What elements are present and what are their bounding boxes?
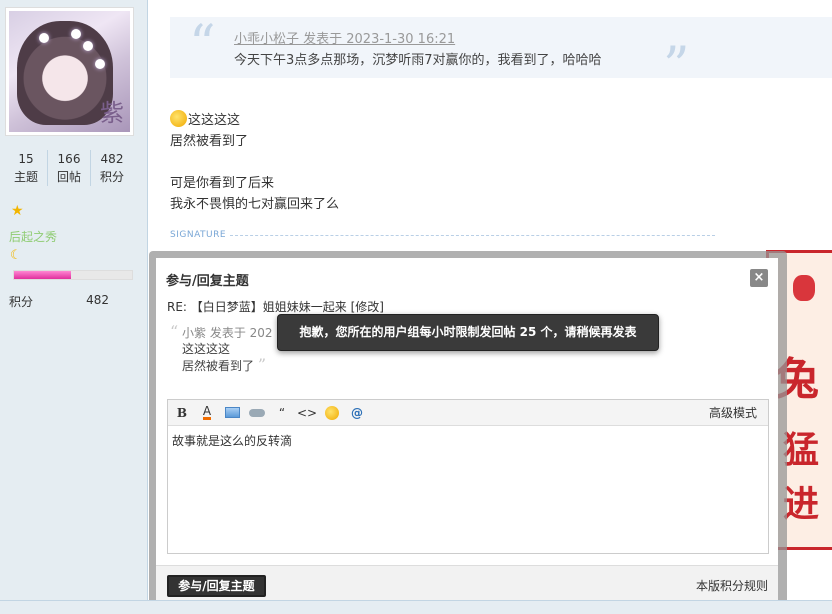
image-button[interactable] (222, 404, 242, 422)
star-icon: ★ (11, 203, 24, 219)
reply-quote-author: 小紫 发表于 202 (182, 326, 273, 340)
reply-modal: 参与/回复主题 × RE: 【白日梦蓝】姐姐妹妹一起来 [修改] “ 小紫 发表… (156, 258, 778, 606)
bottom-bar (0, 600, 832, 614)
quote-close-icon: ” (257, 355, 267, 374)
score-value: 482 (86, 293, 109, 307)
link-button[interactable] (247, 404, 267, 422)
post-line: 我永不畏惧的七对赢回来了么 (170, 197, 340, 212)
post-quote: “ 小乖小松子 发表于 2023-1-30 16:21 今天下午3点多点那场，沉… (170, 15, 832, 97)
quote-author-link[interactable]: 小乖小松子 发表于 2023-1-30 16:21 (234, 28, 455, 47)
stat-threads-label: 主题 (13, 170, 38, 184)
post-body: 这这这这 居然被看到了 可是你看到了后来 我永不畏惧的七对赢回来了么 (170, 110, 339, 215)
rank-progress-bar (13, 270, 133, 280)
score-label: 积分 (9, 295, 34, 309)
grin-emoji-icon (170, 110, 187, 127)
stat-replies-label: 回帖 (56, 170, 81, 184)
mention-button[interactable]: @ (347, 404, 367, 422)
stat-points[interactable]: 482 积分 (90, 150, 133, 186)
stat-points-value: 482 (100, 152, 124, 166)
close-button[interactable]: × (750, 269, 768, 287)
smile-icon (325, 405, 339, 420)
post-line: 居然被看到了 (170, 134, 249, 149)
modal-title: 参与/回复主题 (166, 274, 249, 289)
avatar[interactable]: 紫 (5, 7, 134, 136)
avatar-image: 紫 (9, 11, 130, 132)
reply-quote: “ 小紫 发表于 202 这这这这 居然被看到了 ” (170, 324, 273, 374)
code-button[interactable]: <> (297, 404, 317, 422)
rank-progress-fill (14, 271, 71, 279)
error-toast: 抱歉，您所在的用户组每小时限制发回帖 25 个，请稍候再发表 (277, 314, 659, 351)
reply-textarea[interactable]: 故事就是这么的反转滴 (168, 426, 768, 455)
signature-divider: SIGNATURE (170, 229, 715, 241)
font-color-button[interactable]: A (197, 404, 217, 422)
stat-threads-value: 15 (18, 152, 34, 166)
bold-button[interactable]: B (172, 404, 192, 422)
quote-open-icon: “ (189, 15, 216, 75)
quote-open-icon: “ (170, 322, 179, 341)
advanced-mode-link[interactable]: 高级模式 (709, 404, 757, 421)
reply-quote-line: 居然被看到了 ” (182, 355, 267, 374)
moon-icon: ☾ (10, 248, 22, 263)
image-icon (224, 407, 240, 418)
avatar-text: 紫 (100, 99, 124, 127)
rank-name[interactable]: 后起之秀 (9, 228, 57, 245)
post-line: 这这这这 (170, 110, 339, 131)
user-stats: 15 主题 166 回帖 482 积分 (5, 150, 133, 186)
post-line (170, 152, 339, 173)
reply-subject[interactable]: RE: 【白日梦蓝】姐姐妹妹一起来 [修改] (167, 298, 384, 315)
emoji-button[interactable] (322, 404, 342, 422)
quote-close-icon: ” (663, 37, 690, 97)
stat-replies-value: 166 (57, 152, 81, 166)
stat-points-label: 积分 (99, 170, 124, 184)
quote-text: 今天下午3点多点那场，沉梦听雨7对赢你的，我看到了，哈哈哈 (234, 53, 602, 68)
points-rules-link[interactable]: 本版积分规则 (696, 577, 768, 594)
quote-button[interactable]: “ (272, 404, 292, 422)
submit-reply-button[interactable]: 参与/回复主题 (167, 575, 266, 597)
score-row: 积分 482 (9, 293, 109, 310)
editor-toolbar: B A “ <> @ 高级模式 (168, 400, 768, 426)
stat-threads[interactable]: 15 主题 (5, 150, 47, 186)
signature-label: SIGNATURE (170, 230, 227, 240)
stat-replies[interactable]: 166 回帖 (47, 150, 90, 186)
post-line: 可是你看到了后来 (170, 176, 275, 191)
user-sidebar: 紫 15 主题 166 回帖 482 积分 ★ 后起之秀 ☾ 积分 482 (0, 0, 148, 614)
link-icon (249, 408, 265, 417)
reply-editor: B A “ <> @ 高级模式 故事就是这么的反转滴 (167, 399, 769, 554)
